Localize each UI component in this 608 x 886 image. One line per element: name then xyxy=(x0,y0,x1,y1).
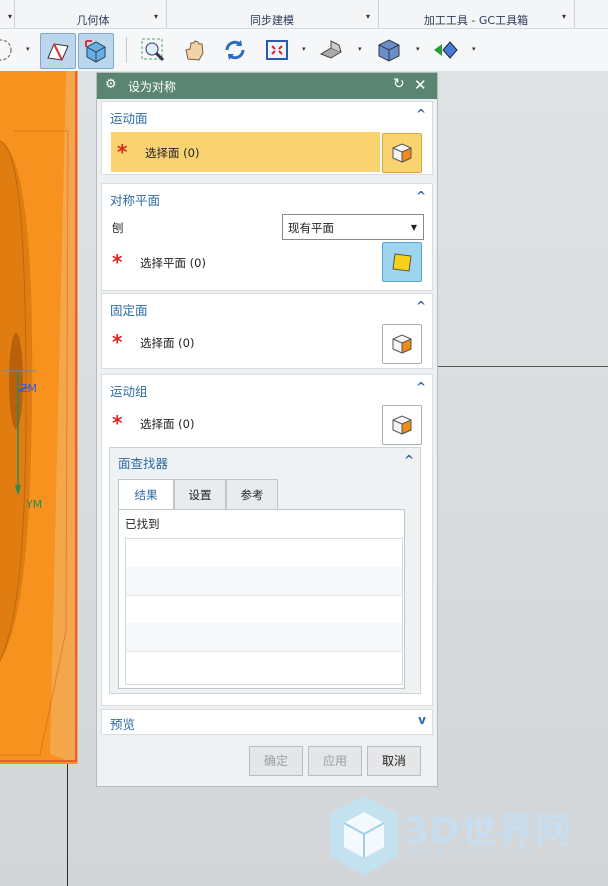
cube-logo-icon xyxy=(330,796,398,876)
plane-type-dropdown[interactable]: 现有平面 ▼ xyxy=(282,214,424,240)
watermark-url: WWW.3DSJW.COM xyxy=(408,846,534,859)
ribbon-bar: ▾ 几何体 ▾ 同步建模 ▾ 加工工具 - GC工具箱 ▾ xyxy=(0,0,608,29)
ribbon-group-label: 同步建模 xyxy=(250,14,294,27)
cancel-button[interactable]: 取消 xyxy=(367,746,421,776)
chevron-down-icon[interactable]: ▾ xyxy=(8,12,12,21)
apply-button[interactable]: 应用 xyxy=(308,746,362,776)
results-tab-body: 已找到 xyxy=(118,509,405,689)
toolbar-divider xyxy=(126,37,127,63)
select-plane-button[interactable] xyxy=(382,242,422,282)
select-plane-row[interactable]: * 选择平面 (0) xyxy=(106,242,426,282)
chevron-down-icon[interactable]: ▾ xyxy=(416,45,420,53)
chevron-down-icon: ▼ xyxy=(410,223,417,232)
chevron-down-icon[interactable]: ▾ xyxy=(26,45,30,53)
orange-part-model[interactable] xyxy=(0,71,80,764)
ribbon-group-label: 加工工具 - GC工具箱 xyxy=(423,14,529,27)
face-finder-panel: 面查找器 ^ 结果 设置 参考 已找到 xyxy=(109,447,421,694)
section-fixed-face: 固定面 ^ * 选择面 (0) xyxy=(101,293,433,369)
show-hide-icon[interactable] xyxy=(428,33,462,67)
select-face-row[interactable]: * 选择面 (0) xyxy=(106,322,426,362)
pan-hand-icon[interactable] xyxy=(178,33,212,67)
shaded-view-icon[interactable] xyxy=(372,33,406,67)
body-select-icon[interactable] xyxy=(78,33,114,69)
dialog-title: 设为对称 xyxy=(128,80,177,94)
section-title: 对称平面 xyxy=(110,193,161,208)
chevron-down-icon[interactable]: ▾ xyxy=(366,12,370,21)
dialog-title-bar[interactable]: ⚙ 设为对称 ↻ ✕ xyxy=(97,73,437,99)
select-face-row[interactable]: * 选择面 (0) xyxy=(111,132,380,172)
plane-type-label: 刨 xyxy=(112,221,124,235)
collapse-icon[interactable]: ^ xyxy=(416,380,426,394)
required-icon: * xyxy=(112,330,123,354)
axis-label-zm: ZM xyxy=(20,382,38,395)
collapse-icon[interactable]: ^ xyxy=(416,107,426,121)
watermark: 3D世界网 WWW.3DSJW.COM xyxy=(324,792,608,886)
lasso-select-icon[interactable] xyxy=(0,33,18,67)
required-icon: * xyxy=(112,411,123,435)
select-face-button[interactable] xyxy=(382,405,422,445)
ribbon-group-machining-tools[interactable]: 加工工具 - GC工具箱 ▾ xyxy=(378,0,575,28)
section-title: 运动组 xyxy=(110,384,148,399)
select-face-label: 选择面 (0) xyxy=(140,417,195,431)
section-symmetry-plane: 对称平面 ^ 刨 现有平面 ▼ * 选择平面 (0) xyxy=(101,183,433,291)
expand-icon[interactable]: v xyxy=(418,713,426,727)
chevron-down-icon[interactable]: ▾ xyxy=(472,45,476,53)
ribbon-group-sync-modeling[interactable]: 同步建模 ▾ xyxy=(166,0,379,28)
chevron-down-icon[interactable]: ▾ xyxy=(154,12,158,21)
list-item[interactable] xyxy=(126,651,402,679)
ribbon-group-geometry[interactable]: 几何体 ▾ xyxy=(20,0,167,28)
chevron-down-icon[interactable]: ▾ xyxy=(302,45,306,53)
section-title: 预览 xyxy=(110,717,136,732)
tab-reference[interactable]: 参考 xyxy=(226,479,278,511)
section-motion-face: 运动面 ^ * 选择面 (0) xyxy=(101,101,433,175)
face-select-icon[interactable] xyxy=(40,33,76,69)
required-icon: * xyxy=(117,140,128,164)
section-title: 固定面 xyxy=(110,303,148,318)
list-item[interactable] xyxy=(126,623,402,652)
found-faces-list[interactable] xyxy=(125,538,403,685)
found-label: 已找到 xyxy=(125,517,160,531)
reset-icon[interactable]: ↻ xyxy=(393,76,405,92)
required-icon: * xyxy=(112,250,123,274)
select-face-button[interactable] xyxy=(382,133,422,173)
rotate-icon[interactable] xyxy=(218,33,252,67)
chevron-down-icon[interactable]: ▾ xyxy=(562,12,566,21)
section-title: 面查找器 xyxy=(118,456,169,471)
toolbar: ▾ ▾ ▾ ▾ ▾ xyxy=(0,29,608,72)
collapse-icon[interactable]: ^ xyxy=(404,453,414,467)
zoom-fit-icon[interactable] xyxy=(136,33,170,67)
tab-results[interactable]: 结果 xyxy=(118,479,174,511)
list-item[interactable] xyxy=(126,567,402,596)
fit-view-icon[interactable] xyxy=(260,33,294,67)
section-preview[interactable]: 预览 v xyxy=(101,709,433,735)
list-item[interactable] xyxy=(126,595,402,624)
gear-icon[interactable]: ⚙ xyxy=(105,77,117,92)
ribbon-group-edge: ▾ xyxy=(0,0,15,28)
select-face-button[interactable] xyxy=(382,324,422,364)
axis-label-ym: YM xyxy=(26,498,43,511)
select-face-label: 选择面 (0) xyxy=(140,336,195,350)
plane-type-value: 现有平面 xyxy=(288,221,334,235)
collapse-icon[interactable]: ^ xyxy=(416,299,426,313)
datum-axis-line xyxy=(436,366,608,367)
section-title: 运动面 xyxy=(110,111,148,126)
make-symmetric-dialog: ⚙ 设为对称 ↻ ✕ 运动面 ^ * 选择面 (0) 对称平面 ^ 刨 现有平面… xyxy=(96,72,438,787)
list-item[interactable] xyxy=(126,539,402,568)
select-plane-label: 选择平面 (0) xyxy=(140,256,206,270)
collapse-icon[interactable]: ^ xyxy=(416,189,426,203)
select-face-label: 选择面 (0) xyxy=(145,146,200,160)
render-style-icon[interactable] xyxy=(314,33,348,67)
select-face-row[interactable]: * 选择面 (0) xyxy=(106,403,426,443)
close-icon[interactable]: ✕ xyxy=(414,76,427,94)
ribbon-group-label: 几何体 xyxy=(76,14,110,27)
ok-button[interactable]: 确定 xyxy=(249,746,303,776)
tab-settings[interactable]: 设置 xyxy=(174,479,226,511)
chevron-down-icon[interactable]: ▾ xyxy=(358,45,362,53)
